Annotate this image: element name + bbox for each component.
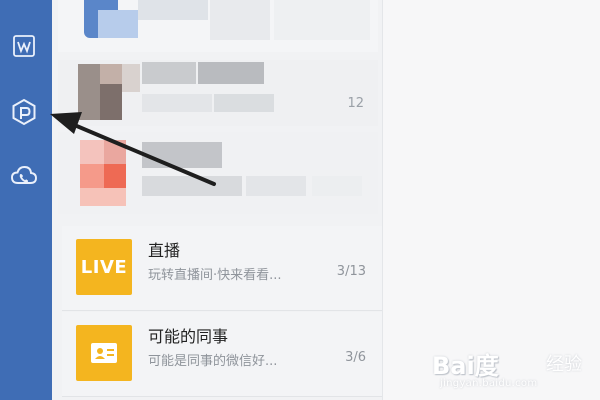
annotation-arrow-pointer (50, 112, 216, 186)
watermark-url: jingyan.baidu.com (440, 378, 538, 389)
watermark-sub: 经验 (546, 354, 582, 375)
watermark-brand: Bai度 (432, 352, 499, 380)
baidu-jingyan-watermark: Bai度 经验 jingyan.baidu.com (432, 346, 582, 394)
